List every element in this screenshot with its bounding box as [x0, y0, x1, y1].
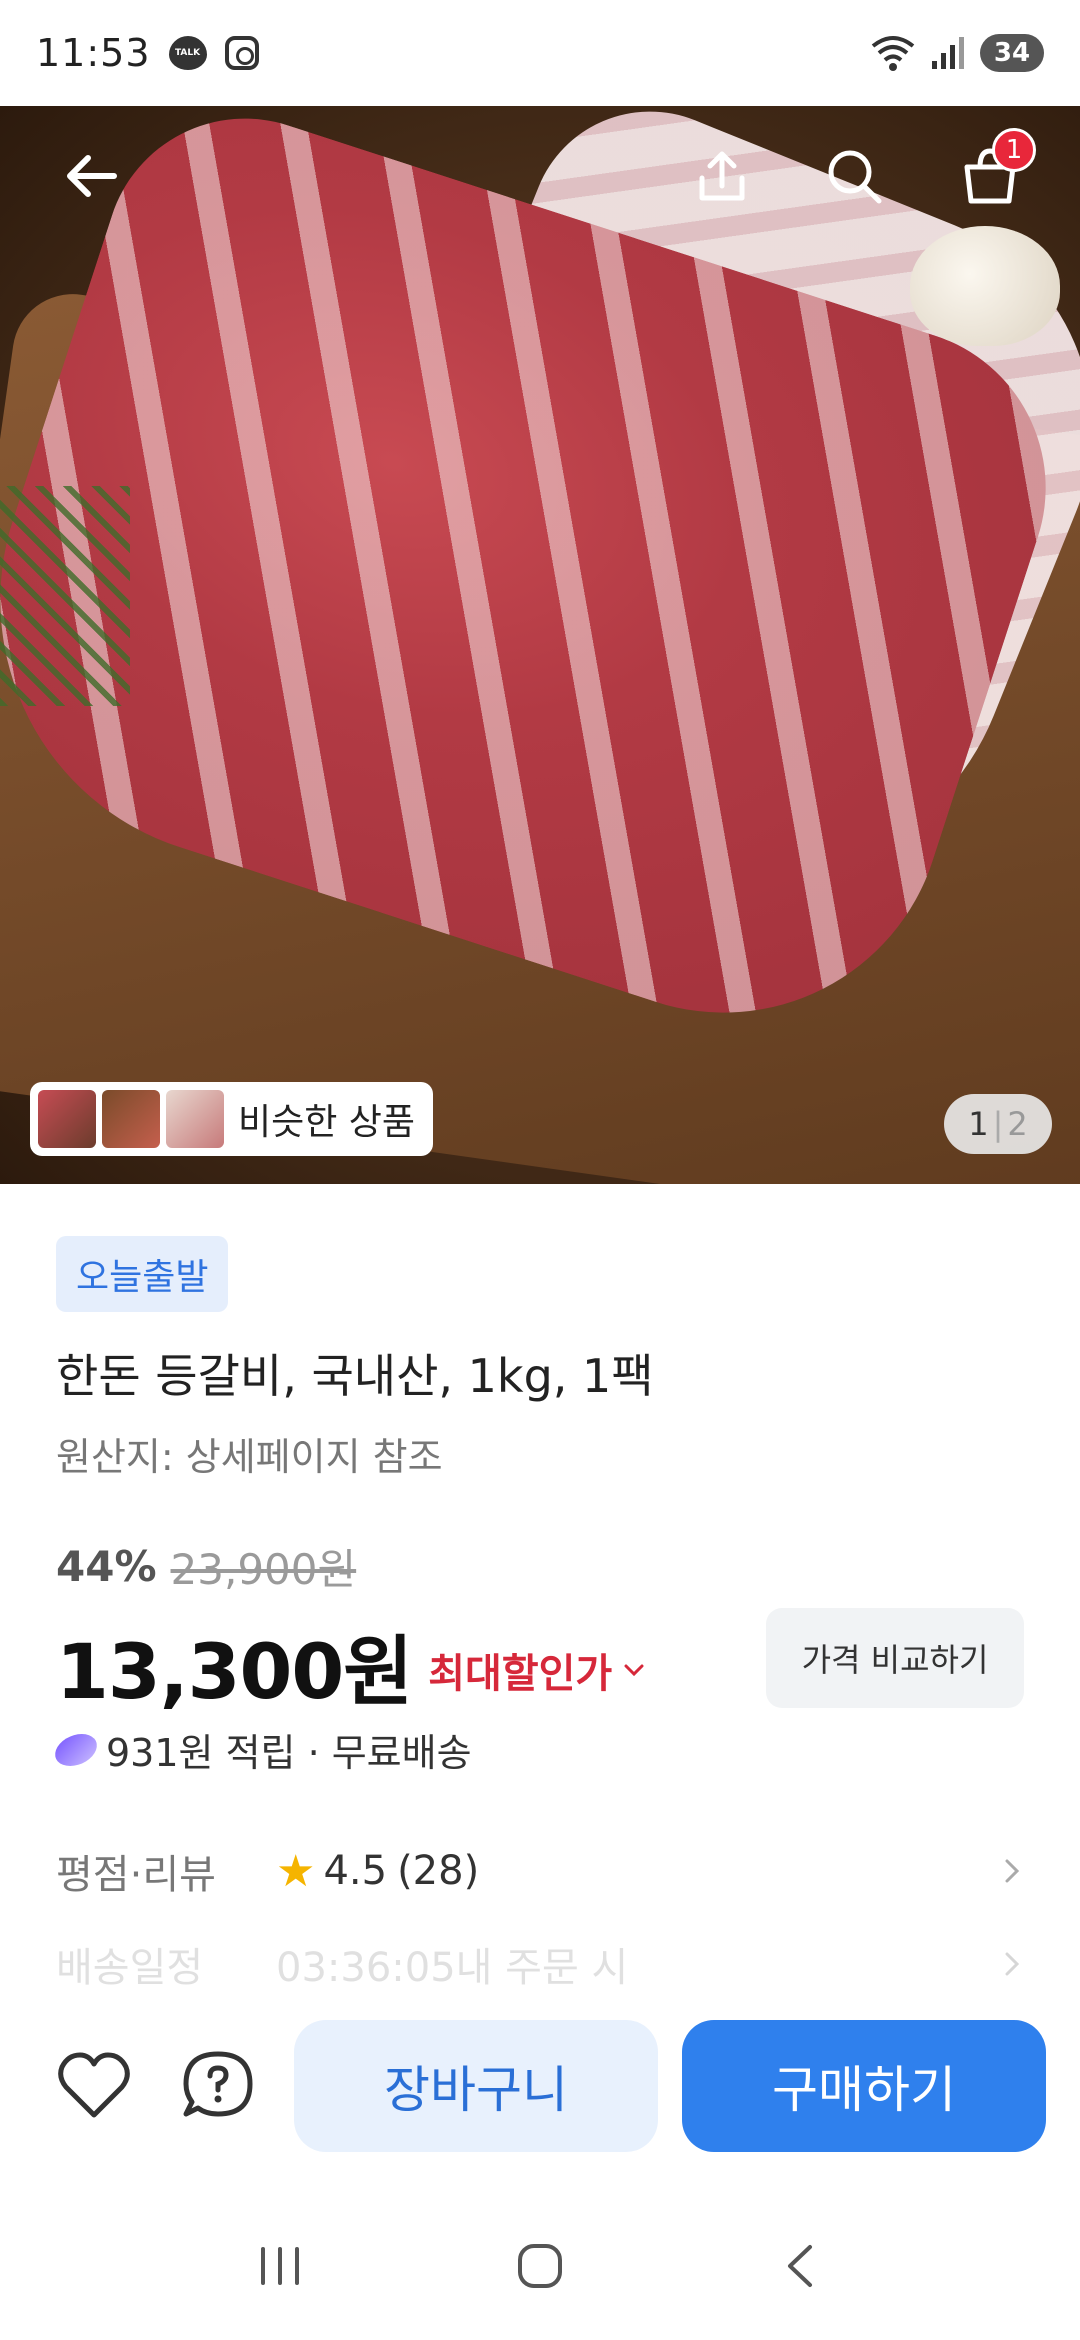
status-right: 34: [870, 34, 1044, 72]
recent-apps-icon: [261, 2247, 299, 2285]
page-separator: |: [992, 1105, 1004, 1143]
product-title: 한돈 등갈비, 국내산, 1kg, 1팩: [56, 1349, 654, 1403]
page-total: 2: [1007, 1105, 1028, 1143]
cart-button[interactable]: 1: [948, 128, 1036, 218]
cart-count-badge: 1: [992, 128, 1036, 172]
status-bar: 11:53 TALK 34: [0, 0, 1080, 106]
recent-apps-button[interactable]: [235, 2226, 325, 2306]
delivery-row[interactable]: 배송일정 03:36:05내 주문 시: [56, 1940, 1026, 1988]
product-origin: 원산지: 상세페이지 참조: [56, 1435, 443, 1479]
rating-label: 평점·리뷰: [56, 1852, 216, 1898]
similar-thumbnail: [166, 1090, 224, 1148]
chevron-down-icon: [624, 1664, 644, 1677]
star-icon: ★: [276, 1845, 316, 1897]
wishlist-button[interactable]: [52, 2044, 136, 2128]
home-icon: [518, 2244, 562, 2288]
bottom-action-bar: 장바구니 구매하기: [0, 1992, 1080, 2192]
points-text: 931원 적립 · 무료배송: [106, 1731, 472, 1775]
chevron-right-icon: [1005, 1952, 1020, 1976]
max-discount-toggle[interactable]: 최대할인가: [428, 1641, 646, 1699]
battery-indicator: 34: [980, 34, 1044, 72]
wifi-icon: [871, 36, 915, 71]
arrow-left-icon: [67, 155, 117, 197]
price-row: 13,300원 최대할인가: [56, 1610, 646, 1720]
share-button[interactable]: [680, 134, 764, 218]
instagram-icon: [224, 36, 259, 70]
signal-icon: [932, 37, 964, 69]
system-back-button[interactable]: [755, 2226, 845, 2306]
status-left: 11:53 TALK: [36, 31, 259, 75]
status-time: 11:53: [36, 31, 151, 75]
system-nav-bar: [0, 2192, 1080, 2340]
chevron-right-icon: [1005, 1859, 1020, 1883]
similar-thumbnail: [38, 1090, 96, 1148]
kakaotalk-icon: TALK: [168, 36, 207, 70]
rosemary-graphic: [0, 486, 130, 706]
delivery-text: 03:36:05내 주문 시: [276, 1945, 629, 1988]
garlic-graphic: [910, 226, 1060, 346]
sale-price: 13,300원: [56, 1627, 413, 1716]
max-discount-label: 최대할인가: [428, 1651, 613, 1697]
delivery-label: 배송일정: [56, 1945, 204, 1988]
discount-percent: 44%: [56, 1542, 157, 1591]
original-price: 23,900원: [170, 1545, 357, 1594]
review-count: (28): [397, 1848, 480, 1894]
similar-products-label: 비슷한 상품: [238, 1102, 416, 1143]
point-icon: [50, 1733, 102, 1766]
search-icon: [828, 150, 882, 204]
add-to-cart-button[interactable]: 장바구니: [294, 2020, 658, 2152]
share-icon: [699, 151, 745, 201]
home-button[interactable]: [495, 2226, 585, 2306]
back-button[interactable]: [50, 134, 134, 218]
rating-value: 4.5: [323, 1848, 388, 1894]
same-day-shipping-badge: 오늘출발: [56, 1236, 229, 1312]
price-compare-button[interactable]: 가격 비교하기: [766, 1608, 1024, 1708]
question-bubble-icon: [183, 2051, 253, 2117]
similar-products-button[interactable]: 비슷한 상품: [30, 1082, 434, 1156]
heart-icon: [58, 2052, 130, 2118]
image-page-indicator: 1 | 2: [944, 1094, 1052, 1154]
product-image[interactable]: [0, 106, 1080, 1184]
discount-row: 44% 23,900원: [56, 1536, 356, 1597]
page-current: 1: [968, 1105, 989, 1143]
points-row: 931원 적립 · 무료배송: [50, 1722, 472, 1777]
chevron-left-icon: [788, 2245, 812, 2287]
search-button[interactable]: [812, 134, 896, 218]
rating-row[interactable]: 평점·리뷰 ★ 4.5 (28): [56, 1842, 1026, 1900]
buy-now-button[interactable]: 구매하기: [682, 2020, 1046, 2152]
similar-thumbnail: [102, 1090, 160, 1148]
qna-button[interactable]: [176, 2044, 260, 2128]
